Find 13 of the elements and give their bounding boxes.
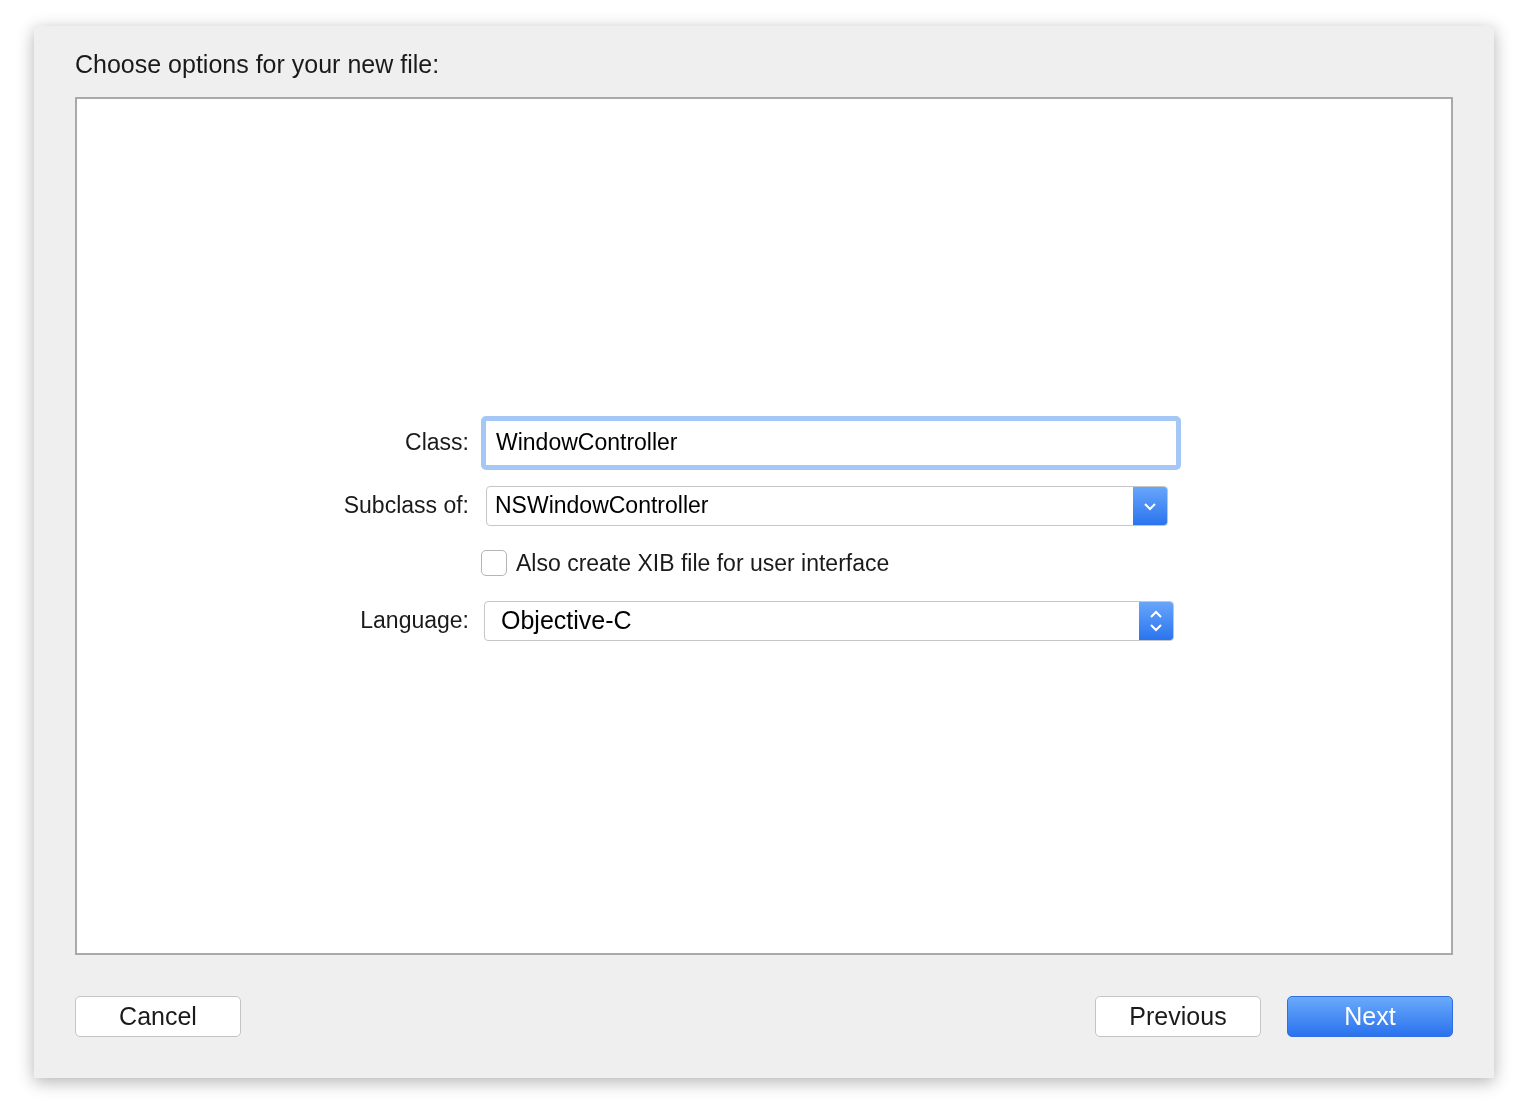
field-label: Class: [404,429,469,456]
popup-button[interactable]: Objective-C [484,600,1174,641]
dialog-title: Choose options for your new file: [75,49,441,80]
text-field[interactable]: WindowController [481,415,1181,470]
dialog-button[interactable]: Cancel [75,996,241,1037]
popup-button[interactable]: NSWindowController [486,485,1168,526]
field-label: Subclass of: [342,492,469,519]
up-down-arrows-icon [1139,601,1173,640]
dialog-button[interactable]: Previous [1095,996,1261,1037]
checkbox-label[interactable]: Also create XIB file for user interface [516,549,890,577]
field-label: Language: [359,607,469,634]
checkbox[interactable] [481,550,507,576]
chevron-down-icon [1133,486,1167,525]
